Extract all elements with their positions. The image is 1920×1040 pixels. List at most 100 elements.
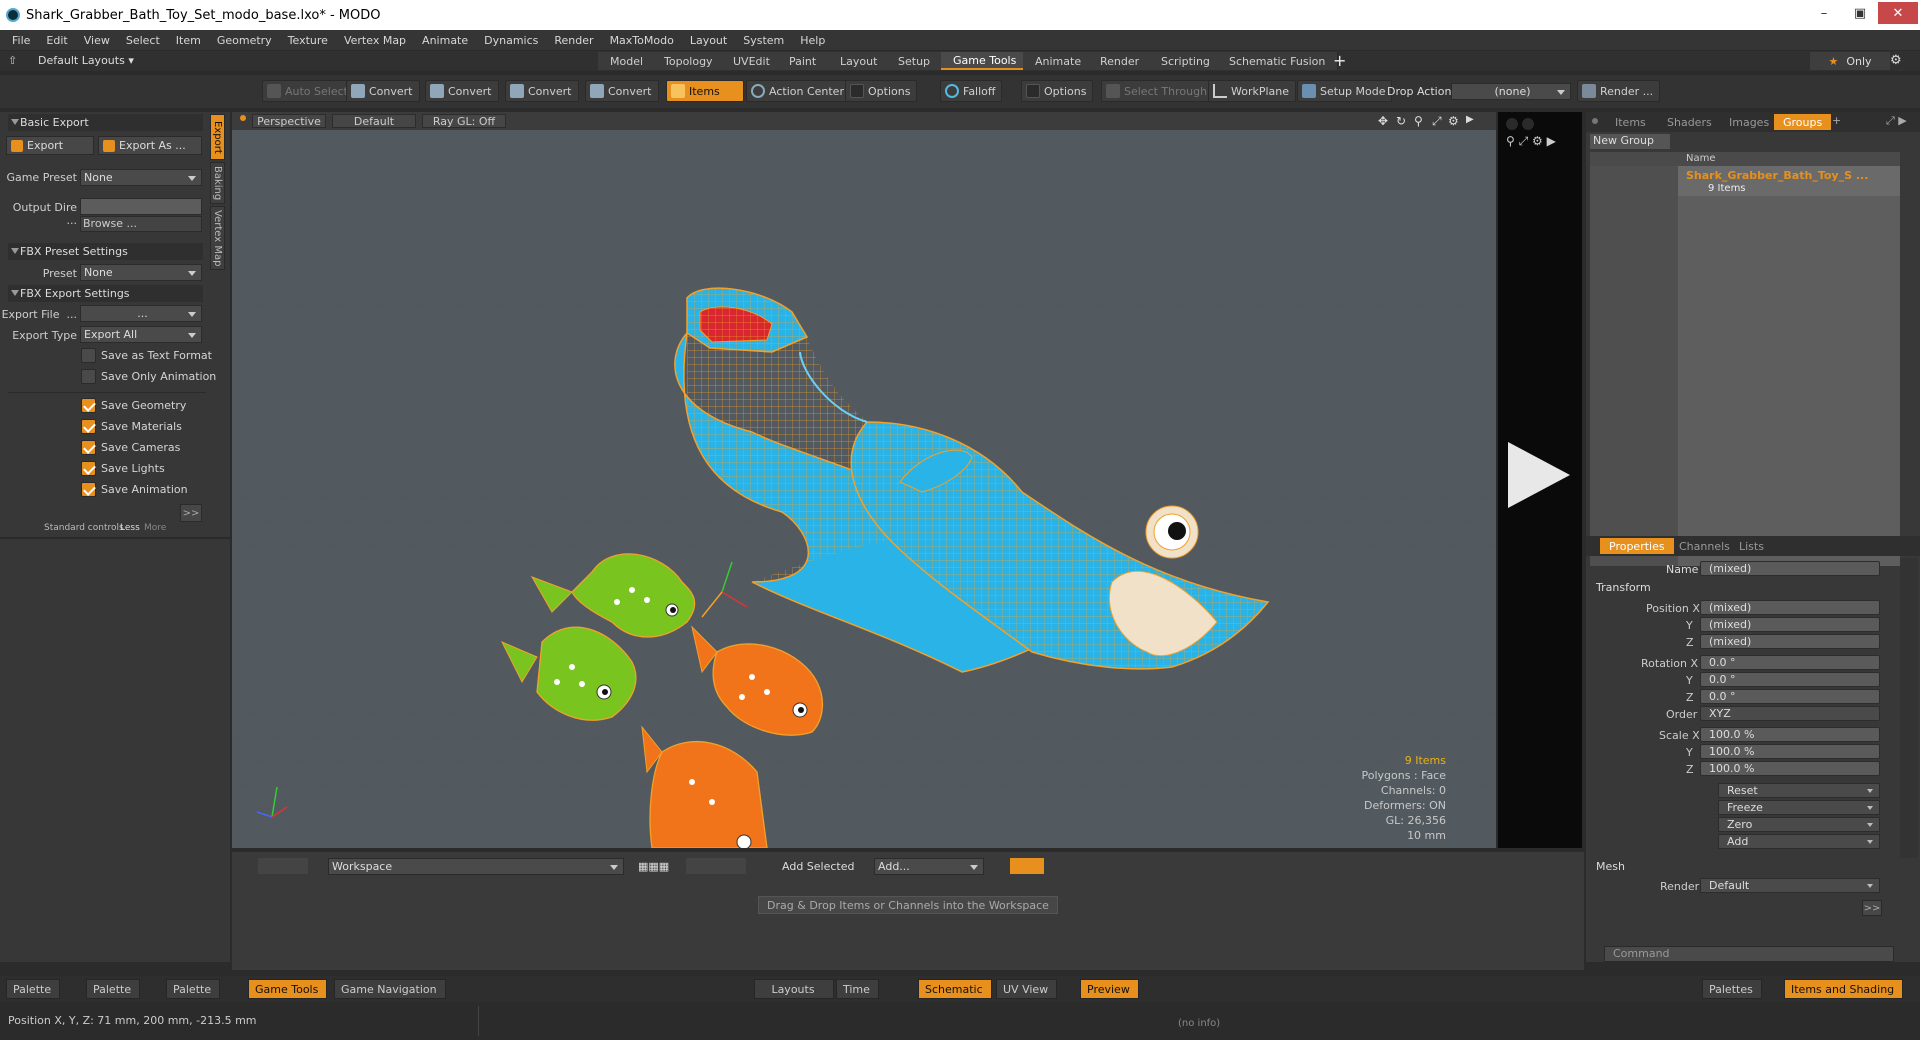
menu-layout[interactable]: Layout: [682, 34, 735, 47]
menu-maxtomodo[interactable]: MaxToModo: [602, 34, 682, 47]
save-lights-checkbox[interactable]: [81, 461, 96, 476]
fbx-export-settings-section[interactable]: FBX Export Settings: [8, 285, 203, 302]
fbx-preset-settings-section[interactable]: FBX Preset Settings: [8, 243, 203, 260]
tab-images[interactable]: Images: [1720, 114, 1778, 130]
game-tools-button[interactable]: Game Tools: [248, 979, 328, 999]
freeze-button[interactable]: Freeze: [1718, 800, 1880, 815]
more-link[interactable]: More: [144, 523, 166, 533]
preview-zoom-icon[interactable]: ⚲ ⤢ ⚙ ▶: [1506, 134, 1556, 149]
viewport-menu-dot[interactable]: [240, 115, 246, 121]
3d-viewport[interactable]: [232, 112, 1496, 848]
items-mode-button[interactable]: Items: [666, 80, 744, 102]
menu-item[interactable]: Item: [168, 34, 209, 47]
convert-button-1[interactable]: Convert: [346, 80, 420, 102]
default-layouts-dropdown[interactable]: Default Layouts ▾: [38, 54, 134, 67]
tab-baking[interactable]: Baking: [210, 162, 225, 204]
tab-shaders[interactable]: Shaders: [1658, 114, 1721, 130]
export-type-dropdown[interactable]: Export All: [80, 326, 202, 343]
less-link[interactable]: Less: [120, 523, 140, 533]
viewport-gear-icon[interactable]: ⚙: [1448, 114, 1459, 128]
tab-uvedit[interactable]: UVEdit: [721, 52, 783, 70]
menu-geometry[interactable]: Geometry: [209, 34, 280, 47]
preview-button[interactable]: Preview: [1080, 979, 1139, 999]
add-tab-icon[interactable]: +: [1333, 51, 1346, 70]
game-preset-dropdown[interactable]: None: [80, 169, 202, 186]
menu-texture[interactable]: Texture: [280, 34, 336, 47]
save-geometry-checkbox[interactable]: [81, 398, 96, 413]
export-as-button[interactable]: Export As ...: [98, 136, 202, 155]
tab-topology[interactable]: Topology: [652, 52, 726, 70]
select-through-button[interactable]: Select Through: [1101, 80, 1215, 102]
position-z-field[interactable]: (mixed): [1700, 634, 1880, 649]
palettes-button[interactable]: Palettes: [1702, 979, 1762, 999]
export-file-dropdown[interactable]: ...: [80, 305, 202, 322]
menu-animate[interactable]: Animate: [414, 34, 476, 47]
panel-menu-dot[interactable]: [1592, 118, 1598, 124]
tab-game-tools[interactable]: Game Tools: [941, 52, 1030, 70]
add-tab-icon[interactable]: +: [1832, 114, 1841, 127]
workspace-dropdown[interactable]: Workspace: [328, 858, 624, 875]
more-options-button[interactable]: >>: [180, 504, 202, 522]
viewport-menu-arrow-icon[interactable]: ▶: [1466, 114, 1474, 125]
rotation-y-field[interactable]: 0.0 °: [1700, 672, 1880, 687]
action-center-options-button[interactable]: Options: [845, 80, 918, 102]
palette-button-3[interactable]: Palette: [166, 979, 221, 999]
output-dir-field[interactable]: [80, 198, 202, 215]
falloff-button[interactable]: Falloff: [940, 80, 1003, 102]
save-as-text-format-checkbox[interactable]: [81, 348, 96, 363]
palette-button-2[interactable]: Palette: [86, 979, 141, 999]
tab-paint[interactable]: Paint: [777, 52, 830, 70]
menu-help[interactable]: Help: [792, 34, 833, 47]
rotate-icon[interactable]: ↻: [1396, 114, 1406, 128]
layouts-button[interactable]: Layouts: [754, 979, 834, 999]
preview-dot-icon[interactable]: [1522, 118, 1534, 130]
menu-system[interactable]: System: [735, 34, 792, 47]
save-materials-checkbox[interactable]: [81, 419, 96, 434]
groups-list[interactable]: Name Shark_Grabber_Bath_Toy_S ... 9 Item…: [1590, 152, 1900, 566]
schematic-tool-icons[interactable]: [258, 858, 308, 874]
position-y-field[interactable]: (mixed): [1700, 617, 1880, 632]
preset-dropdown[interactable]: None: [80, 264, 202, 281]
tab-animate[interactable]: Animate: [1023, 52, 1095, 70]
position-x-field[interactable]: (mixed): [1700, 600, 1880, 615]
tab-layout[interactable]: Layout: [828, 52, 891, 70]
render-dropdown[interactable]: Default: [1700, 878, 1880, 893]
preview-dot-icon[interactable]: [1506, 118, 1518, 130]
setup-mode-button[interactable]: Setup Mode: [1297, 80, 1393, 102]
tab-setup[interactable]: Setup: [886, 52, 944, 70]
reset-button[interactable]: Reset: [1718, 783, 1880, 798]
menu-view[interactable]: View: [76, 34, 118, 47]
panel-maximize-icon[interactable]: ⤢ ▶: [1886, 114, 1907, 128]
command-input[interactable]: Command: [1604, 946, 1894, 962]
schematic-button[interactable]: Schematic: [918, 979, 992, 999]
zero-button[interactable]: Zero: [1718, 817, 1880, 832]
schematic-toggle-icons[interactable]: [1010, 858, 1044, 874]
tab-groups[interactable]: Groups: [1774, 114, 1832, 130]
tab-items[interactable]: Items: [1606, 114, 1655, 130]
menu-vertex-map[interactable]: Vertex Map: [336, 34, 414, 47]
scale-x-field[interactable]: 100.0 %: [1700, 727, 1880, 742]
play-icon[interactable]: [1508, 442, 1570, 508]
more-properties-button[interactable]: >>: [1862, 900, 1882, 916]
menu-dynamics[interactable]: Dynamics: [476, 34, 546, 47]
menu-render[interactable]: Render: [546, 34, 601, 47]
mesh-section[interactable]: Mesh: [1596, 860, 1625, 873]
convert-button-3[interactable]: Convert: [505, 80, 579, 102]
tab-channels[interactable]: Channels: [1670, 538, 1739, 554]
time-button[interactable]: Time: [836, 979, 879, 999]
pan-icon[interactable]: ✥: [1378, 114, 1388, 128]
export-button[interactable]: Export: [6, 136, 94, 155]
basic-export-section[interactable]: Basic Export: [8, 114, 203, 131]
action-center-button[interactable]: Action Center: [746, 80, 851, 102]
browse-button[interactable]: Browse ...: [80, 216, 202, 232]
items-and-shading-button[interactable]: Items and Shading: [1784, 979, 1904, 999]
scale-z-field[interactable]: 100.0 %: [1700, 761, 1880, 776]
tab-schematic-fusion[interactable]: Schematic Fusion: [1217, 52, 1339, 70]
menu-select[interactable]: Select: [118, 34, 168, 47]
tab-vertex-map[interactable]: Vertex Map: [210, 206, 225, 270]
transform-section[interactable]: Transform: [1596, 581, 1651, 594]
tab-scripting[interactable]: Scripting: [1149, 52, 1223, 70]
tab-render[interactable]: Render: [1088, 52, 1153, 70]
palette-button-1[interactable]: Palette: [6, 979, 61, 999]
convert-button-4[interactable]: Convert: [585, 80, 659, 102]
